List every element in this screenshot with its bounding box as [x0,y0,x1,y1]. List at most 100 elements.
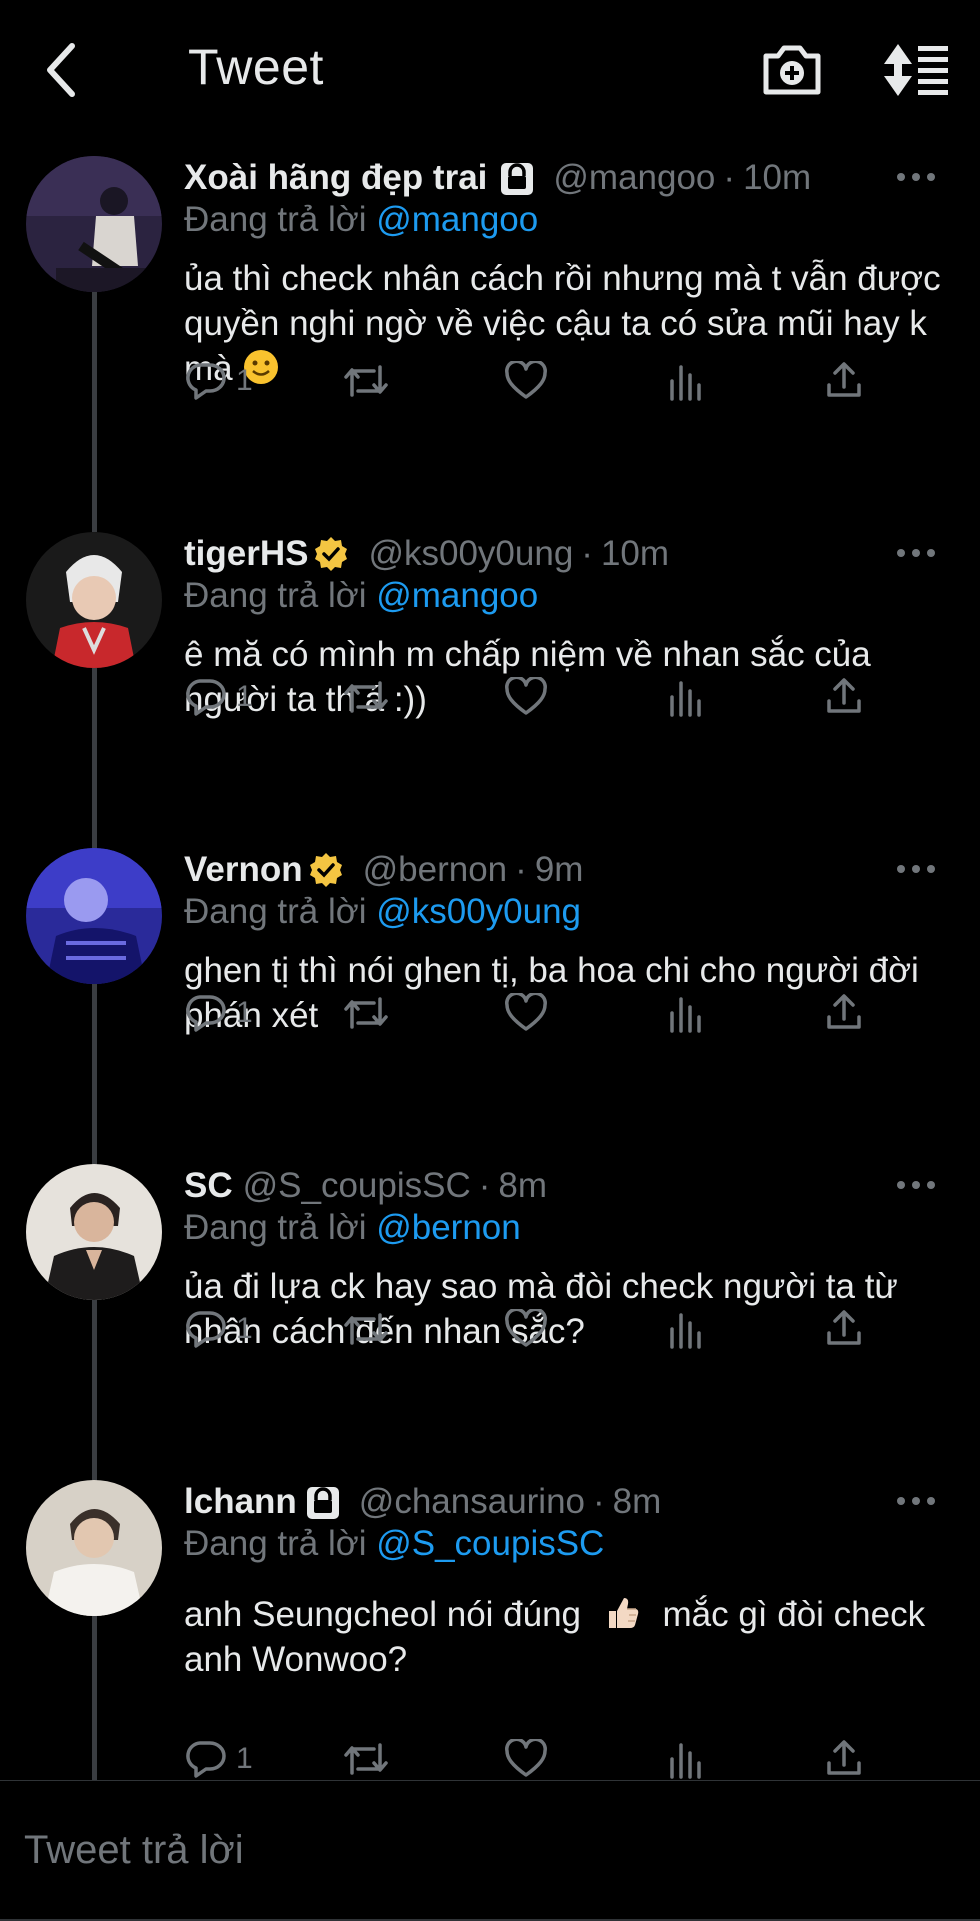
display-name[interactable]: Vernon [184,850,303,890]
analytics-icon [666,361,706,401]
more-icon [897,1497,935,1505]
mention-link[interactable]: @mangoo [376,200,538,239]
lock-icon [499,159,535,197]
retweet-icon [342,361,390,401]
mention-link[interactable]: @bernon [376,1208,521,1247]
user-handle[interactable]: @chansaurino [359,1482,585,1522]
reply-icon [184,677,226,717]
like-button[interactable] [504,1304,548,1354]
tweet-content: SC @S_coupisSC · 8m Đang trả lời @bernon… [184,1164,950,1354]
more-icon [897,1181,935,1189]
retweet-button[interactable] [342,988,390,1038]
sort-button[interactable] [880,40,952,100]
share-icon [824,361,864,401]
user-handle[interactable]: @ks00y0ung [368,534,573,574]
more-icon [897,173,935,181]
timestamp[interactable]: 10m [601,534,669,574]
more-options-button[interactable] [888,1168,944,1202]
tweet[interactable]: lchann @chansaurino · 8m Đang trả lời @S… [0,1480,980,1780]
views-button[interactable] [666,1304,706,1354]
views-button[interactable] [666,988,706,1038]
analytics-icon [666,1739,706,1779]
display-name[interactable]: tigerHS [184,534,308,574]
analytics-icon [666,1309,706,1349]
like-button[interactable] [504,672,548,722]
tweet[interactable]: Xoài hãng đẹp trai @mangoo · 10m Đang tr… [0,156,980,516]
views-button[interactable] [666,356,706,406]
share-icon [824,993,864,1033]
reply-button[interactable]: 1 [184,1304,253,1354]
share-button[interactable] [824,672,864,722]
tweet-content: lchann @chansaurino · 8m Đang trả lời @S… [184,1480,950,1779]
like-button[interactable] [504,356,548,406]
retweet-button[interactable] [342,356,390,406]
reply-button[interactable]: 1 [184,672,253,722]
user-handle[interactable]: @mangoo [553,158,715,198]
reply-button[interactable]: 1 [184,988,253,1038]
timestamp[interactable]: 10m [743,158,811,198]
share-icon [824,677,864,717]
share-button[interactable] [824,356,864,406]
reply-input[interactable] [22,1819,946,1881]
like-button[interactable] [504,988,548,1038]
retweet-button[interactable] [342,672,390,722]
reply-icon [184,993,226,1033]
lock-icon [305,1483,341,1521]
avatar[interactable] [26,1164,162,1300]
top-bar: Tweet [0,0,980,140]
tweet[interactable]: SC @S_coupisSC · 8m Đang trả lời @bernon… [0,1164,980,1464]
retweet-icon [342,677,390,717]
tweet[interactable]: tigerHS @ks00y0ung · 10m Đang trả lời @m… [0,532,980,832]
avatar[interactable] [26,848,162,984]
display-name[interactable]: lchann [184,1482,297,1522]
back-button[interactable] [30,35,90,105]
timestamp[interactable]: 8m [498,1166,547,1206]
more-options-button[interactable] [888,160,944,194]
tweet-header: SC @S_coupisSC · 8m [184,1164,950,1208]
replying-to-label: Đang trả lời [184,200,367,239]
mention-link[interactable]: @mangoo [376,576,538,615]
camera-button[interactable] [760,40,824,100]
like-button[interactable] [504,1734,548,1784]
user-handle[interactable]: @bernon [363,850,508,890]
camera-add-icon [763,45,821,95]
chevron-left-icon [47,43,75,97]
timestamp[interactable]: 9m [535,850,584,890]
user-handle[interactable]: @S_coupisSC [243,1166,471,1206]
views-button[interactable] [666,1734,706,1784]
more-options-button[interactable] [888,536,944,570]
mention-link[interactable]: @ks00y0ung [376,892,581,931]
share-button[interactable] [824,1304,864,1354]
avatar[interactable] [26,156,162,292]
analytics-icon [666,677,706,717]
retweet-button[interactable] [342,1734,390,1784]
tweet[interactable]: Vernon @bernon · 9m Đang trả lời @ks00y0… [0,848,980,1148]
tweet-actions: 1 [184,988,950,1038]
replying-to-label: Đang trả lời [184,576,367,615]
retweet-icon [342,1309,390,1349]
reply-count: 1 [236,996,253,1029]
separator-dot: · [581,534,593,573]
more-options-button[interactable] [888,852,944,886]
separator-dot: · [478,1166,491,1205]
display-name[interactable]: Xoài hãng đẹp trai [184,158,487,198]
tweet-text: anh Seungcheol nói đúng mắc gì đòi check… [184,1592,950,1682]
tweet-header: Xoài hãng đẹp trai @mangoo · 10m [184,156,950,200]
share-button[interactable] [824,1734,864,1784]
avatar[interactable] [26,1480,162,1616]
more-options-button[interactable] [888,1484,944,1518]
replying-to: Đang trả lời @mangoo [184,200,950,246]
reply-icon [184,1739,226,1779]
reply-button[interactable]: 1 [184,356,253,406]
reply-button[interactable]: 1 [184,1734,253,1784]
display-name[interactable]: SC [184,1166,233,1206]
timestamp[interactable]: 8m [613,1482,662,1522]
reply-count: 1 [236,1312,253,1345]
views-button[interactable] [666,672,706,722]
heart-icon [504,993,548,1033]
tweet-actions: 1 [184,356,950,406]
avatar[interactable] [26,532,162,668]
share-button[interactable] [824,988,864,1038]
mention-link[interactable]: @S_coupisSC [376,1524,604,1563]
retweet-button[interactable] [342,1304,390,1354]
